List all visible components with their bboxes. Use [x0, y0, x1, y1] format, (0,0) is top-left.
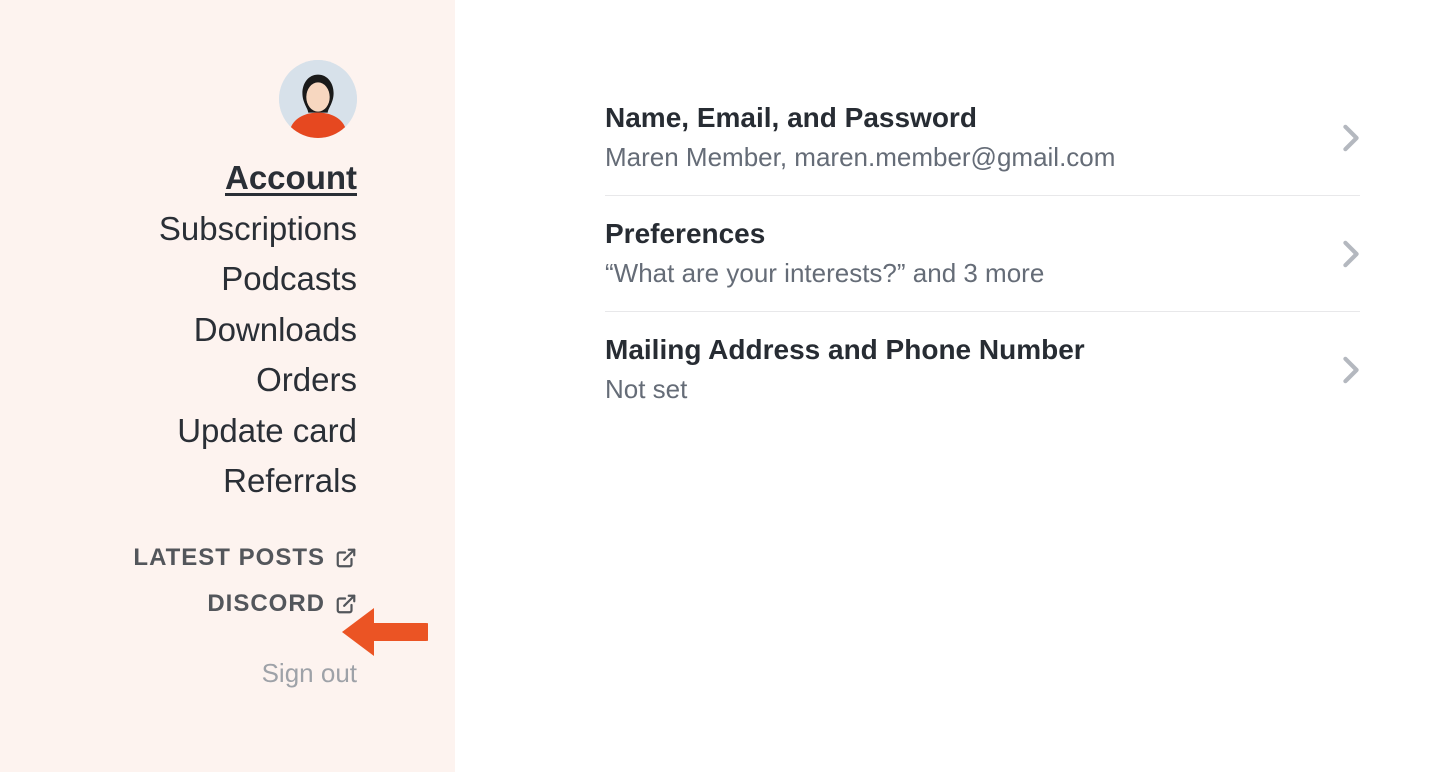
setting-text: Preferences “What are your interests?” a… — [605, 218, 1044, 289]
external-link-icon — [335, 593, 357, 615]
sidebar-nav: Account Subscriptions Podcasts Downloads… — [159, 156, 357, 504]
link-label: LATEST POSTS — [133, 544, 325, 572]
chevron-right-icon — [1342, 356, 1360, 384]
setting-row-name-email-password[interactable]: Name, Email, and Password Maren Member, … — [605, 80, 1360, 196]
sidebar-item-account[interactable]: Account — [225, 156, 357, 201]
signout-link[interactable]: Sign out — [262, 658, 357, 689]
setting-row-mailing-address-phone[interactable]: Mailing Address and Phone Number Not set — [605, 312, 1360, 427]
setting-text: Name, Email, and Password Maren Member, … — [605, 102, 1115, 173]
sidebar-item-podcasts[interactable]: Podcasts — [221, 257, 357, 302]
sidebar-item-orders[interactable]: Orders — [256, 358, 357, 403]
setting-subtitle: Not set — [605, 374, 1085, 405]
sidebar-item-referrals[interactable]: Referrals — [223, 459, 357, 504]
sidebar-item-subscriptions[interactable]: Subscriptions — [159, 207, 357, 252]
link-discord[interactable]: DISCORD — [207, 590, 357, 618]
setting-text: Mailing Address and Phone Number Not set — [605, 334, 1085, 405]
sidebar-item-downloads[interactable]: Downloads — [194, 308, 357, 353]
chevron-right-icon — [1342, 240, 1360, 268]
setting-title: Preferences — [605, 218, 1044, 250]
sidebar-item-update-card[interactable]: Update card — [177, 409, 357, 454]
chevron-right-icon — [1342, 124, 1360, 152]
setting-subtitle: Maren Member, maren.member@gmail.com — [605, 142, 1115, 173]
link-latest-posts[interactable]: LATEST POSTS — [133, 544, 357, 572]
main-content: Name, Email, and Password Maren Member, … — [455, 0, 1440, 772]
avatar[interactable] — [279, 60, 357, 138]
setting-row-preferences[interactable]: Preferences “What are your interests?” a… — [605, 196, 1360, 312]
setting-title: Mailing Address and Phone Number — [605, 334, 1085, 366]
sidebar-external-links: LATEST POSTS DISCORD — [133, 544, 357, 618]
external-link-icon — [335, 547, 357, 569]
sidebar: Account Subscriptions Podcasts Downloads… — [0, 0, 455, 772]
setting-title: Name, Email, and Password — [605, 102, 1115, 134]
link-label: DISCORD — [207, 590, 325, 618]
setting-subtitle: “What are your interests?” and 3 more — [605, 258, 1044, 289]
